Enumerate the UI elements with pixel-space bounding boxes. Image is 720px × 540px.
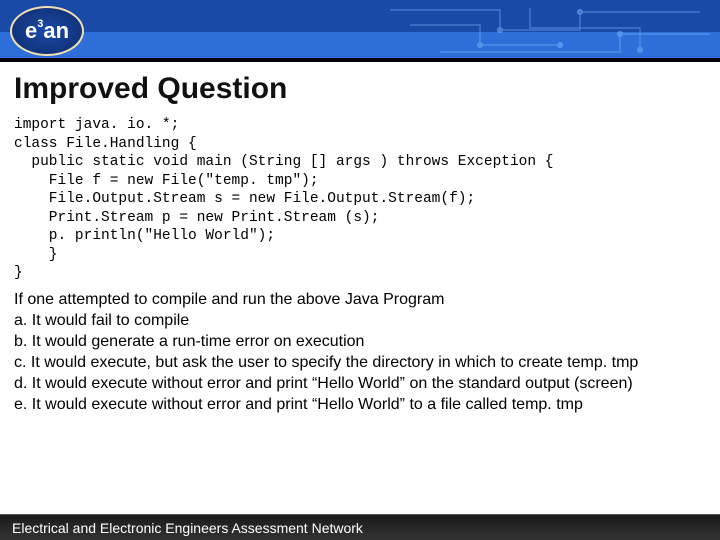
header-bar: e3an — [0, 0, 720, 62]
logo: e3an — [8, 4, 86, 58]
option-e: e. It would execute without error and pr… — [14, 394, 706, 415]
logo-text-e: e — [25, 18, 37, 44]
option-c: c. It would execute, but ask the user to… — [14, 352, 706, 373]
code-line: public static void main (String [] args … — [14, 154, 554, 170]
slide-content: Improved Question import java. io. *; cl… — [0, 62, 720, 416]
slide-title: Improved Question — [14, 72, 706, 106]
footer-text: Electrical and Electronic Engineers Asse… — [12, 520, 363, 536]
code-line: File.Output.Stream s = new File.Output.S… — [14, 191, 475, 207]
code-line: } — [14, 247, 58, 263]
option-d: d. It would execute without error and pr… — [14, 373, 706, 394]
circuit-decoration — [380, 0, 720, 62]
code-line: Print.Stream p = new Print.Stream (s); — [14, 210, 379, 226]
logo-text-suffix: an — [43, 18, 69, 44]
option-b: b. It would generate a run-time error on… — [14, 331, 706, 352]
code-block: import java. io. *; class File.Handling … — [14, 116, 706, 283]
code-line: class File.Handling { — [14, 136, 197, 152]
question-stem: If one attempted to compile and run the … — [14, 289, 706, 310]
code-line: import java. io. *; — [14, 117, 179, 133]
code-line: File f = new File("temp. tmp"); — [14, 173, 319, 189]
logo-text-sup: 3 — [37, 18, 43, 30]
option-a: a. It would fail to compile — [14, 310, 706, 331]
code-line: p. println("Hello World"); — [14, 228, 275, 244]
code-line: } — [14, 265, 23, 281]
footer-bar: Electrical and Electronic Engineers Asse… — [0, 514, 720, 540]
